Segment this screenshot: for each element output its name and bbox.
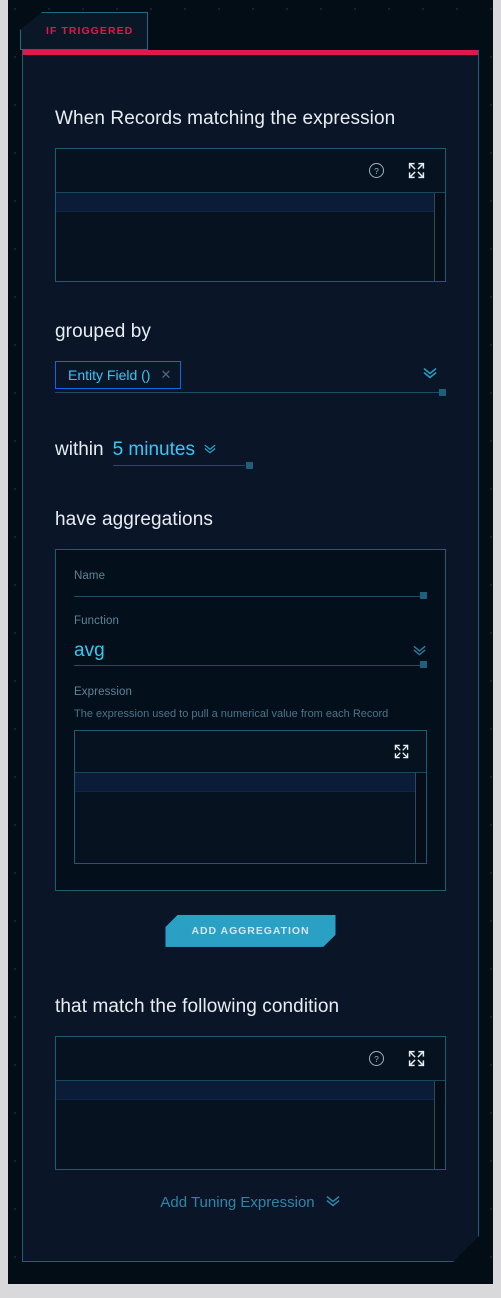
chevron-double-down-icon[interactable] [422, 366, 438, 384]
field-resize-nub [420, 661, 427, 668]
tab-if-triggered[interactable]: IF TRIGGERED [20, 12, 148, 50]
aggregation-name-label: Name [74, 570, 106, 582]
chevron-double-down-icon[interactable] [203, 441, 217, 459]
expand-arrows-icon[interactable] [392, 742, 410, 760]
editor-scroll-rail[interactable] [435, 1081, 445, 1169]
within-duration-select[interactable]: 5 minutes [113, 439, 245, 466]
expand-arrows-icon[interactable] [407, 162, 425, 180]
aggregation-function-field[interactable]: Function avg [74, 615, 427, 666]
svg-text:?: ? [374, 166, 379, 176]
field-resize-nub [420, 592, 427, 599]
svg-text:?: ? [374, 1054, 379, 1064]
editor-scroll-rail[interactable] [435, 193, 445, 281]
when-expression-editor[interactable]: ? [55, 148, 446, 282]
heading-when-records: When Records matching the expression [55, 108, 396, 129]
help-circle-icon[interactable]: ? [367, 1049, 385, 1067]
add-aggregation-wrap: ADD AGGREGATION [55, 915, 446, 947]
aggregation-function-row: avg [74, 641, 427, 665]
trigger-panel: When Records matching the expression ? g… [22, 50, 479, 1262]
within-prefix-label: within [55, 439, 104, 460]
editor-active-line [56, 1081, 445, 1100]
add-tuning-expression-label: Add Tuning Expression [160, 1193, 315, 1211]
field-resize-nub [439, 389, 446, 396]
grouped-by-field[interactable]: Entity Field () ✕ [55, 357, 446, 393]
editor-active-line [75, 773, 426, 792]
aggregation-expression-label: Expression [74, 685, 133, 698]
aggregation-editor-toolbar [75, 731, 426, 773]
aggregation-function-label: Function [74, 615, 120, 627]
aggregation-editor-text-area[interactable] [75, 773, 426, 863]
add-aggregation-button[interactable]: ADD AGGREGATION [165, 915, 335, 947]
aggregation-function-value: avg [74, 640, 105, 661]
heading-grouped-by: grouped by [55, 321, 152, 342]
tab-label: IF TRIGGERED [46, 25, 134, 37]
heading-condition: that match the following condition [55, 995, 340, 1017]
aggregation-expression-description: The expression used to pull a numerical … [74, 707, 389, 720]
condition-editor-toolbar: ? [56, 1037, 445, 1081]
add-tuning-expression-link[interactable]: Add Tuning Expression [55, 1194, 446, 1211]
help-circle-icon[interactable]: ? [367, 162, 385, 180]
panel-body: When Records matching the expression ? g… [23, 55, 478, 1261]
chip-label: Entity Field () [68, 366, 151, 383]
when-editor-toolbar: ? [56, 149, 445, 193]
within-row: within 5 minutes [55, 439, 245, 466]
close-icon[interactable]: ✕ [160, 368, 171, 381]
within-duration-value: 5 minutes [112, 439, 195, 460]
editor-active-line [56, 193, 445, 212]
expand-arrows-icon[interactable] [407, 1049, 425, 1067]
condition-editor-text-area[interactable] [56, 1081, 445, 1169]
condition-expression-editor[interactable]: ? [55, 1036, 446, 1170]
app-root: IF TRIGGERED When Records matching the e… [0, 0, 501, 1298]
aggregation-card: Name Function avg Expression The express… [55, 549, 446, 891]
tab-strip: IF TRIGGERED [20, 12, 148, 50]
editor-scroll-rail[interactable] [416, 773, 426, 863]
chevron-double-down-icon[interactable] [325, 1194, 341, 1211]
add-aggregation-label: ADD AGGREGATION [191, 924, 310, 937]
chevron-double-down-icon[interactable] [412, 643, 427, 661]
aggregation-expression-field: Expression The expression used to pull a… [74, 686, 427, 864]
field-resize-nub [246, 462, 253, 469]
aggregation-name-underline [74, 596, 427, 597]
aggregation-function-underline [74, 665, 427, 666]
aggregation-name-field[interactable]: Name [74, 570, 427, 597]
app-canvas: IF TRIGGERED When Records matching the e… [8, 0, 493, 1284]
when-editor-text-area[interactable] [56, 193, 445, 281]
chip-entity-field[interactable]: Entity Field () ✕ [55, 361, 181, 389]
aggregation-expression-editor[interactable] [74, 730, 427, 864]
heading-have-aggregations: have aggregations [55, 509, 213, 530]
